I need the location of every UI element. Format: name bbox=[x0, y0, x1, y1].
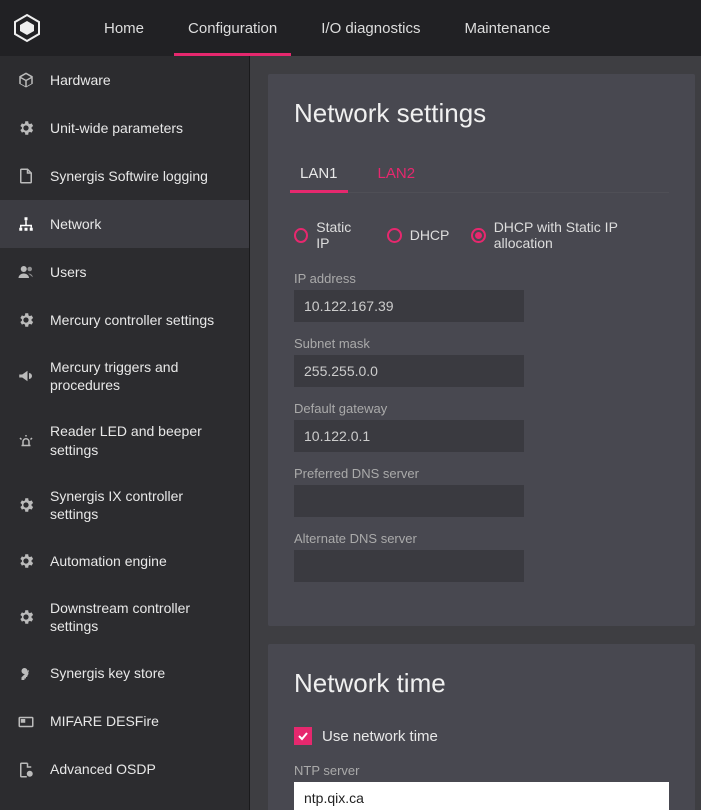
cube-icon bbox=[16, 70, 36, 90]
sidebar-item-label: Unit-wide parameters bbox=[50, 119, 183, 137]
radio-dhcp-static[interactable]: DHCP with Static IP allocation bbox=[471, 219, 669, 251]
sidebar-item-hardware[interactable]: Hardware bbox=[0, 56, 249, 104]
sidebar-item-logging[interactable]: Synergis Softwire logging bbox=[0, 152, 249, 200]
ip-mode-radios: Static IP DHCP DHCP with Static IP alloc… bbox=[294, 219, 669, 251]
field-gateway: Default gateway bbox=[294, 401, 669, 452]
sitemap-icon bbox=[16, 214, 36, 234]
sidebar-item-unit-wide[interactable]: Unit-wide parameters bbox=[0, 104, 249, 152]
sidebar-item-automation[interactable]: Automation engine bbox=[0, 537, 249, 585]
topbar: Home Configuration I/O diagnostics Maint… bbox=[0, 0, 701, 56]
sidebar-item-network[interactable]: Network bbox=[0, 200, 249, 248]
beacon-icon bbox=[16, 431, 36, 451]
dns1-input[interactable] bbox=[294, 485, 524, 517]
radio-icon bbox=[387, 228, 402, 243]
dns2-input[interactable] bbox=[294, 550, 524, 582]
users-icon bbox=[16, 262, 36, 282]
sidebar-item-users[interactable]: Users bbox=[0, 248, 249, 296]
sidebar-item-label: Advanced OSDP bbox=[50, 760, 156, 778]
network-settings-panel: Network settings LAN1 LAN2 Static IP DHC… bbox=[268, 74, 695, 626]
sidebar-item-label: Mercury controller settings bbox=[50, 311, 214, 329]
sidebar-item-osdp[interactable]: Advanced OSDP bbox=[0, 746, 249, 794]
topnav-configuration[interactable]: Configuration bbox=[166, 0, 299, 56]
checkbox-label: Use network time bbox=[322, 728, 438, 745]
tab-lan1[interactable]: LAN1 bbox=[294, 157, 344, 192]
sidebar-item-label: Network bbox=[50, 215, 101, 233]
sidebar-item-mercury-triggers[interactable]: Mercury triggers and procedures bbox=[0, 344, 249, 408]
sidebar-item-label: MIFARE DESFire bbox=[50, 712, 159, 730]
sidebar-item-label: Hardware bbox=[50, 71, 111, 89]
ntp-server-input[interactable] bbox=[294, 782, 669, 810]
sidebar-item-label: Automation engine bbox=[50, 552, 167, 570]
network-time-panel: Network time Use network time NTP server bbox=[268, 644, 695, 810]
app-logo bbox=[12, 13, 42, 43]
field-subnet: Subnet mask bbox=[294, 336, 669, 387]
sidebar-item-mifare[interactable]: MIFARE DESFire bbox=[0, 698, 249, 746]
field-dns2: Alternate DNS server bbox=[294, 531, 669, 582]
radio-label: DHCP with Static IP allocation bbox=[494, 219, 669, 251]
field-dns1: Preferred DNS server bbox=[294, 466, 669, 517]
sidebar-item-label: Mercury triggers and procedures bbox=[50, 358, 233, 394]
doc-gear-icon bbox=[16, 760, 36, 780]
sidebar-item-label: Reader LED and beeper settings bbox=[50, 422, 233, 458]
use-network-time-row: Use network time bbox=[294, 727, 669, 745]
field-label: Subnet mask bbox=[294, 336, 669, 351]
gear-icon bbox=[16, 310, 36, 330]
sidebar-item-label: Synergis Softwire logging bbox=[50, 167, 208, 185]
use-network-time-checkbox[interactable] bbox=[294, 727, 312, 745]
panel-title: Network settings bbox=[294, 98, 669, 129]
sidebar-item-label: Synergis key store bbox=[50, 664, 165, 682]
field-ntp: NTP server bbox=[294, 763, 669, 810]
gear-icon bbox=[16, 118, 36, 138]
sidebar-item-label: Users bbox=[50, 263, 87, 281]
field-ip-address: IP address bbox=[294, 271, 669, 322]
card-icon bbox=[16, 712, 36, 732]
field-label: IP address bbox=[294, 271, 669, 286]
sidebar-item-downstream[interactable]: Downstream controller settings bbox=[0, 585, 249, 649]
radio-dhcp[interactable]: DHCP bbox=[387, 227, 450, 243]
sidebar-item-label: Downstream controller settings bbox=[50, 599, 233, 635]
topnav: Home Configuration I/O diagnostics Maint… bbox=[82, 0, 572, 56]
field-label: Alternate DNS server bbox=[294, 531, 669, 546]
ip-address-input[interactable] bbox=[294, 290, 524, 322]
radio-icon bbox=[294, 228, 308, 243]
field-label: Default gateway bbox=[294, 401, 669, 416]
megaphone-icon bbox=[16, 366, 36, 386]
sidebar-item-reader-led[interactable]: Reader LED and beeper settings bbox=[0, 408, 249, 472]
radio-label: DHCP bbox=[410, 227, 450, 243]
sidebar-item-synergis-ix[interactable]: Synergis IX controller settings bbox=[0, 473, 249, 537]
gear-icon bbox=[16, 607, 36, 627]
gateway-input[interactable] bbox=[294, 420, 524, 452]
sidebar-item-keystore[interactable]: Synergis key store bbox=[0, 650, 249, 698]
sidebar: Hardware Unit-wide parameters Synergis S… bbox=[0, 56, 250, 810]
radio-icon bbox=[471, 228, 485, 243]
radio-label: Static IP bbox=[316, 219, 364, 251]
sidebar-item-mercury-controller[interactable]: Mercury controller settings bbox=[0, 296, 249, 344]
sidebar-item-label: Synergis IX controller settings bbox=[50, 487, 233, 523]
field-label: Preferred DNS server bbox=[294, 466, 669, 481]
field-label: NTP server bbox=[294, 763, 669, 778]
key-icon bbox=[16, 664, 36, 684]
lan-tabs: LAN1 LAN2 bbox=[294, 157, 669, 193]
topnav-home[interactable]: Home bbox=[82, 0, 166, 56]
topnav-maintenance[interactable]: Maintenance bbox=[442, 0, 572, 56]
document-icon bbox=[16, 166, 36, 186]
gear-icon bbox=[16, 495, 36, 515]
gear-icon bbox=[16, 551, 36, 571]
radio-static-ip[interactable]: Static IP bbox=[294, 219, 365, 251]
panel-title: Network time bbox=[294, 668, 669, 699]
content: Network settings LAN1 LAN2 Static IP DHC… bbox=[250, 56, 701, 810]
subnet-input[interactable] bbox=[294, 355, 524, 387]
topnav-io-diagnostics[interactable]: I/O diagnostics bbox=[299, 0, 442, 56]
tab-lan2[interactable]: LAN2 bbox=[372, 157, 422, 192]
